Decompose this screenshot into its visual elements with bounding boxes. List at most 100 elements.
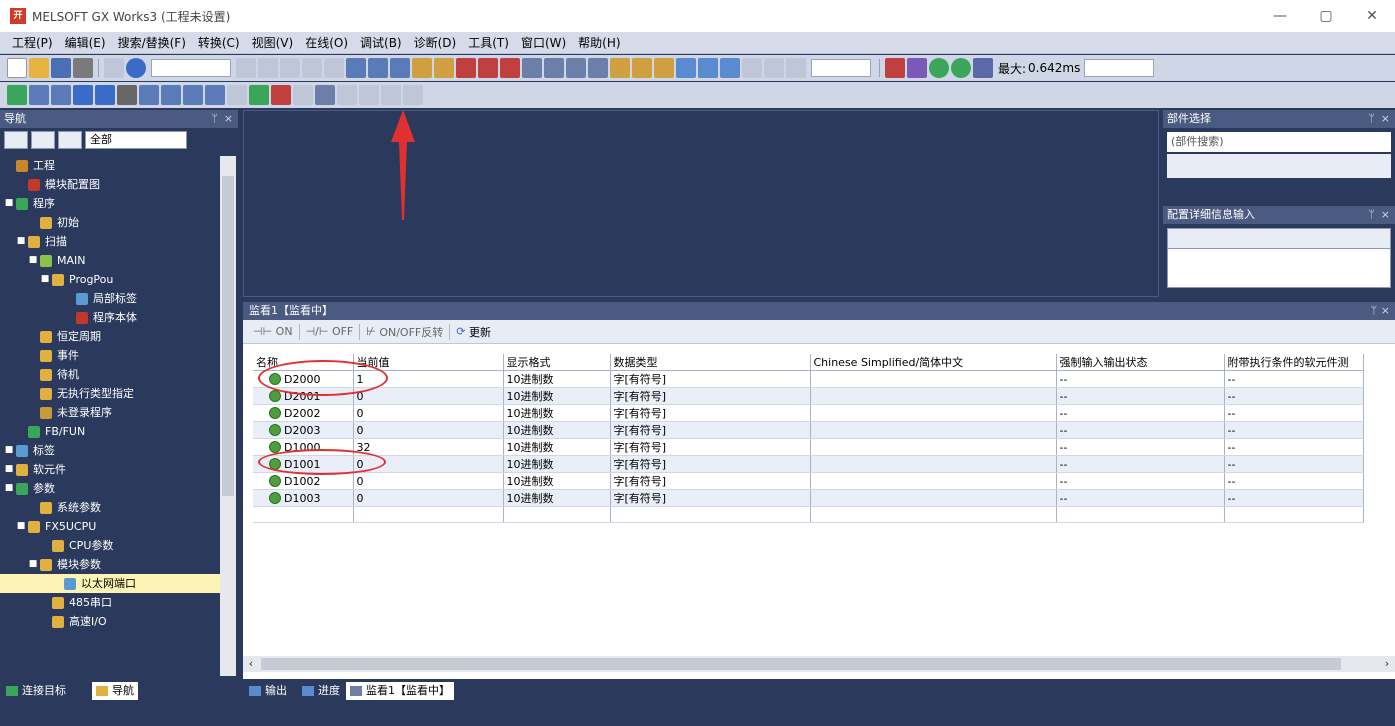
check-icon[interactable] [249, 85, 269, 105]
layout2-icon[interactable] [381, 85, 401, 105]
write-plc-icon[interactable] [412, 58, 432, 78]
verify-plc-icon[interactable] [456, 58, 476, 78]
expand-icon[interactable]: ■ [28, 555, 38, 574]
minimize-button[interactable]: — [1257, 0, 1303, 32]
column-header[interactable]: 附带执行条件的软元件测 [1224, 354, 1364, 371]
device-test-icon[interactable] [632, 58, 652, 78]
rebuild-icon[interactable] [390, 58, 410, 78]
cut-icon[interactable] [236, 58, 256, 78]
cell-value[interactable]: 32 [353, 438, 504, 456]
close-icon[interactable]: × [1381, 110, 1390, 128]
layout-icon[interactable] [359, 85, 379, 105]
menu-item[interactable]: 窗口(W) [515, 32, 572, 54]
menu-item[interactable]: 工具(T) [462, 32, 515, 54]
scroll-right-icon[interactable]: › [1379, 656, 1395, 672]
toolbar-combo[interactable] [151, 59, 231, 77]
device-list-icon[interactable] [161, 85, 181, 105]
menu-item[interactable]: 视图(V) [246, 32, 300, 54]
empty-cell[interactable] [810, 506, 1057, 523]
expand-icon[interactable]: ■ [40, 270, 50, 289]
column-header[interactable]: 强制输入输出状态 [1056, 354, 1225, 371]
run-icon[interactable] [500, 58, 520, 78]
pin-icon[interactable]: ᛘ [1368, 206, 1375, 224]
tree-item[interactable]: ■ 模块参数 [0, 555, 220, 574]
menu-item[interactable]: 转换(C) [192, 32, 246, 54]
tree-item[interactable]: CPU参数 [0, 536, 220, 555]
empty-cell[interactable] [253, 506, 354, 523]
zoom-out-icon[interactable] [764, 58, 784, 78]
cross-reference-icon[interactable] [139, 85, 159, 105]
element-selection-icon[interactable] [29, 85, 49, 105]
monitor-stop-icon[interactable] [544, 58, 564, 78]
empty-cell[interactable] [1224, 506, 1364, 523]
tree-item[interactable]: 485串口 [0, 593, 220, 612]
on-button[interactable]: ⊣⊢ ON [247, 325, 299, 338]
menu-item[interactable]: 在线(O) [299, 32, 354, 54]
tree-item[interactable]: 工程 [0, 156, 220, 175]
stop-icon[interactable] [478, 58, 498, 78]
pin-icon[interactable]: ᛘ [1368, 110, 1375, 128]
cell-value[interactable]: 0 [353, 404, 504, 422]
help-icon[interactable] [126, 58, 146, 78]
tree-item[interactable]: ■ ProgPou [0, 270, 220, 289]
watch-stop-icon[interactable] [588, 58, 608, 78]
tree-item[interactable]: ■ FX5UCPU [0, 517, 220, 536]
table-row[interactable]: D2000 1 10进制数 字[有符号] -- -- [253, 370, 1364, 388]
tree-item[interactable]: 高速I/O [0, 612, 220, 631]
table-row[interactable]: D1002 0 10进制数 字[有符号] -- -- [253, 472, 1364, 490]
empty-row[interactable] [253, 506, 1364, 523]
tab-watch1[interactable]: 监看1【监看中】 [346, 682, 454, 700]
tree-item[interactable]: 系统参数 [0, 498, 220, 517]
watch-hscrollbar[interactable]: ‹ › [243, 656, 1395, 672]
tree-item[interactable]: FB/FUN [0, 422, 220, 441]
window-tile-icon[interactable] [73, 85, 93, 105]
table-row[interactable]: D1003 0 10进制数 字[有符号] -- -- [253, 489, 1364, 507]
convert-icon[interactable] [346, 58, 366, 78]
expand-icon[interactable]: ■ [4, 194, 14, 213]
tree-item[interactable]: ■ 标签 [0, 441, 220, 460]
tree-item[interactable]: 程序本体 [0, 308, 220, 327]
expand-icon[interactable]: ■ [4, 460, 14, 479]
table-row[interactable]: D2001 0 10进制数 字[有符号] -- -- [253, 387, 1364, 405]
undo-edit-icon[interactable] [302, 58, 322, 78]
tree-item[interactable]: 无执行类型指定 [0, 384, 220, 403]
empty-cell[interactable] [353, 506, 504, 523]
tab-connection-target[interactable]: 连接目标 [2, 682, 70, 700]
parts-search-input[interactable]: (部件搜索) [1167, 132, 1391, 152]
tree-item[interactable]: 事件 [0, 346, 220, 365]
zoom-select[interactable] [811, 59, 871, 77]
tree-item[interactable]: ■ MAIN [0, 251, 220, 270]
menu-item[interactable]: 诊断(D) [408, 32, 463, 54]
tree-item[interactable]: 局部标签 [0, 289, 220, 308]
menu-item[interactable]: 搜索/替换(F) [112, 32, 192, 54]
close-icon[interactable]: × [1381, 206, 1390, 224]
tree-item[interactable]: 以太网端口 [0, 574, 220, 593]
tree-item[interactable]: ■ 参数 [0, 479, 220, 498]
device-init-icon[interactable] [205, 85, 225, 105]
column-header[interactable]: 数据类型 [610, 354, 811, 371]
table-row[interactable]: D1001 0 10进制数 字[有符号] -- -- [253, 455, 1364, 473]
cpu-status-icon[interactable] [885, 58, 905, 78]
window-cascade-icon[interactable] [95, 85, 115, 105]
new-project-icon[interactable] [7, 58, 27, 78]
empty-cell[interactable] [503, 506, 611, 523]
diagnostics-icon[interactable] [271, 85, 291, 105]
cell-value[interactable]: 0 [353, 387, 504, 405]
debug-icon[interactable] [720, 58, 740, 78]
table-row[interactable]: D2003 0 10进制数 字[有符号] -- -- [253, 421, 1364, 439]
tree-item[interactable]: ■ 扫描 [0, 232, 220, 251]
collapse-icon[interactable] [31, 131, 55, 149]
tree-item[interactable]: 初始 [0, 213, 220, 232]
search-device-icon[interactable] [337, 85, 357, 105]
tree-item[interactable]: 模块配置图 [0, 175, 220, 194]
close-icon[interactable]: × [224, 110, 233, 128]
navigation-filter-select[interactable]: 全部 [85, 131, 187, 149]
expand-icon[interactable]: ■ [4, 441, 14, 460]
device-batch-icon[interactable] [610, 58, 630, 78]
tree-item[interactable]: ■ 软元件 [0, 460, 220, 479]
watch-window-icon[interactable] [315, 85, 335, 105]
tree-item[interactable]: ■ 程序 [0, 194, 220, 213]
tab-progress[interactable]: 进度 [298, 682, 344, 700]
paste-icon[interactable] [280, 58, 300, 78]
settings-icon[interactable] [58, 131, 82, 149]
